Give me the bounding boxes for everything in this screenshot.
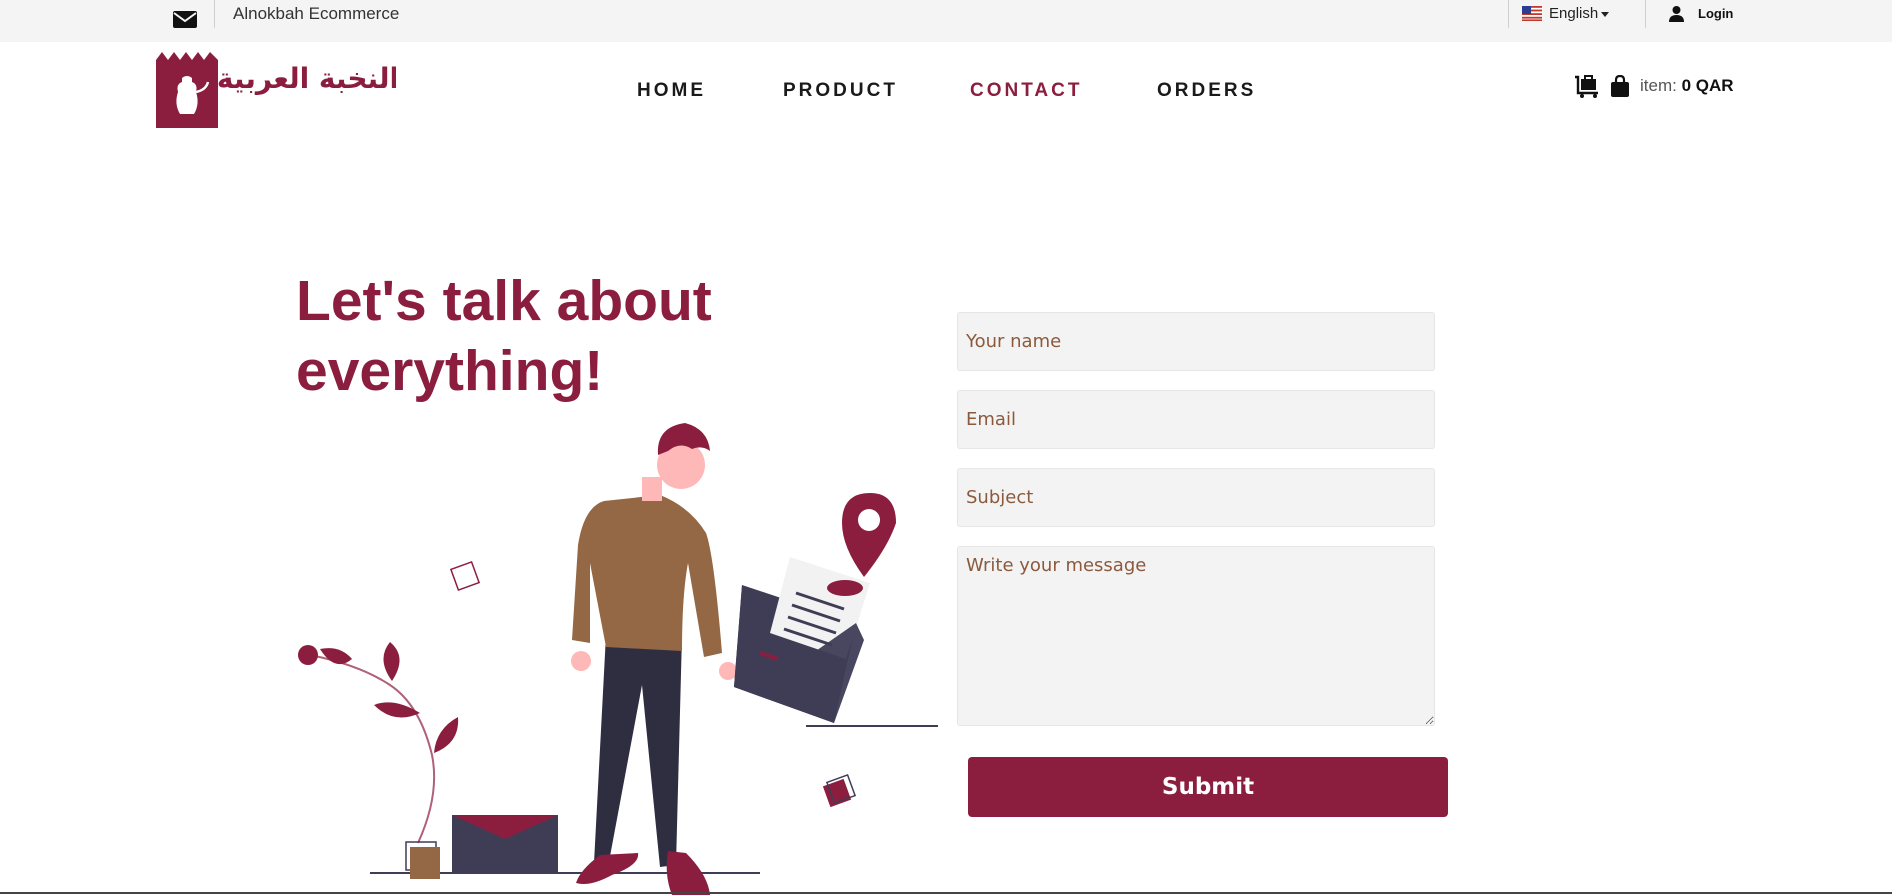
nav-home[interactable]: HOME xyxy=(637,80,706,102)
cart-label: item: xyxy=(1640,76,1677,95)
site-logo[interactable]: النخبة العربية xyxy=(156,52,396,128)
mail-icon[interactable] xyxy=(172,6,198,32)
luggage-cart-icon[interactable] xyxy=(1574,74,1600,98)
subject-input[interactable] xyxy=(957,468,1435,527)
cart-value: 0 QAR xyxy=(1681,76,1734,95)
svg-text:النخبة العربية: النخبة العربية xyxy=(217,62,396,95)
name-input[interactable] xyxy=(957,312,1435,371)
login-link[interactable]: Login xyxy=(1698,6,1733,21)
shopping-bag-icon[interactable] xyxy=(1610,75,1630,97)
divider xyxy=(1508,0,1509,28)
title-line-1: Let's talk about xyxy=(296,269,712,333)
divider xyxy=(1645,0,1646,28)
language-label: English xyxy=(1549,5,1599,22)
language-selector[interactable]: English xyxy=(1549,5,1610,22)
title-line-2: everything! xyxy=(296,339,604,403)
nav-contact[interactable]: CONTACT xyxy=(970,80,1082,102)
caret-down-icon xyxy=(1601,11,1610,17)
submit-button[interactable]: Submit xyxy=(968,757,1448,817)
us-flag-icon xyxy=(1522,6,1542,21)
page-title: Let's talk about everything! xyxy=(296,266,756,406)
top-bar: Alnokbah Ecommerce English Login xyxy=(0,0,1892,42)
site-name: Alnokbah Ecommerce xyxy=(233,4,400,23)
nav-product[interactable]: PRODUCT xyxy=(783,80,898,102)
cart-summary[interactable]: item: 0 QAR xyxy=(1640,76,1734,96)
contact-illustration xyxy=(298,423,938,895)
message-textarea[interactable] xyxy=(957,546,1435,726)
divider xyxy=(214,0,215,28)
nav-orders[interactable]: ORDERS xyxy=(1157,80,1256,102)
email-input[interactable] xyxy=(957,390,1435,449)
user-icon[interactable] xyxy=(1668,5,1685,23)
